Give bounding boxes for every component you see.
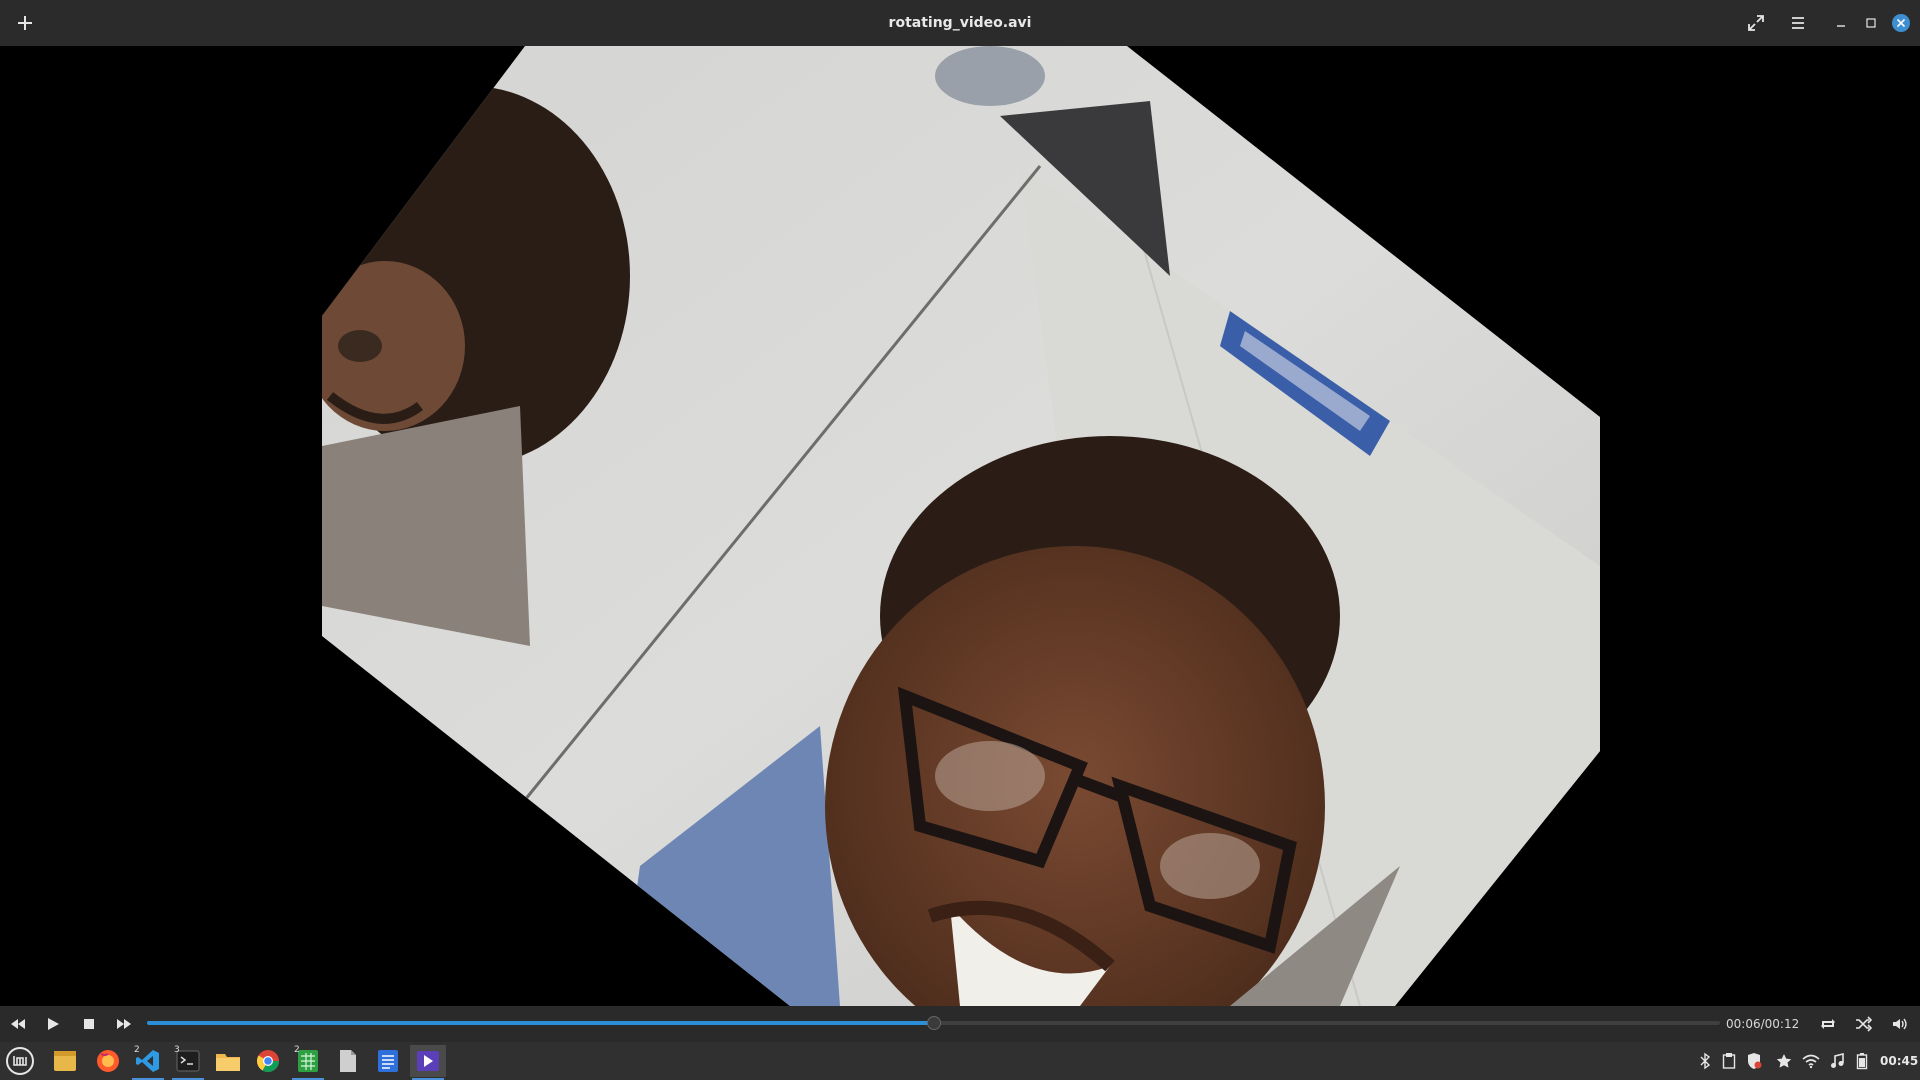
music-note-icon bbox=[1831, 1053, 1844, 1068]
document-icon bbox=[340, 1050, 356, 1072]
sound-tray[interactable] bbox=[1826, 1045, 1848, 1077]
writer-icon bbox=[378, 1050, 398, 1072]
wifi-icon bbox=[1802, 1054, 1820, 1069]
favorites-tray[interactable] bbox=[1773, 1045, 1795, 1077]
rewind-button[interactable] bbox=[6, 1012, 30, 1036]
taskbar-show-desktop[interactable] bbox=[47, 1045, 83, 1077]
shuffle-button[interactable] bbox=[1851, 1012, 1875, 1036]
maximize-button[interactable] bbox=[1856, 8, 1886, 38]
taskbar-firefox[interactable] bbox=[90, 1045, 126, 1077]
time-display: 00:06/00:12 bbox=[1726, 1017, 1800, 1031]
chrome-icon bbox=[257, 1050, 279, 1072]
spreadsheet-window-count: 2 bbox=[294, 1045, 300, 1055]
mint-logo-icon bbox=[6, 1047, 34, 1075]
volume-icon bbox=[1893, 1018, 1907, 1030]
media-player-icon bbox=[417, 1051, 439, 1071]
seek-handle[interactable] bbox=[926, 1016, 941, 1030]
network-tray[interactable] bbox=[1800, 1045, 1822, 1077]
expand-icon bbox=[1748, 15, 1764, 31]
window-title: rotating_video.avi bbox=[888, 15, 1032, 31]
vscode-window-count: 2 bbox=[134, 1045, 140, 1055]
hamburger-icon bbox=[1792, 17, 1804, 29]
taskbar-clock[interactable]: 00:45 bbox=[1880, 1042, 1918, 1080]
taskbar-vscode[interactable]: 2 bbox=[130, 1045, 166, 1080]
battery-icon bbox=[1856, 1053, 1868, 1070]
close-icon bbox=[1892, 14, 1910, 32]
clipboard-icon bbox=[1722, 1053, 1736, 1069]
firefox-icon bbox=[97, 1050, 119, 1072]
folder-icon bbox=[216, 1054, 240, 1071]
taskbar-media-player[interactable] bbox=[410, 1045, 446, 1080]
taskbar-text-editor[interactable] bbox=[330, 1045, 366, 1077]
stop-icon bbox=[84, 1019, 94, 1029]
menu-button[interactable] bbox=[1783, 8, 1813, 38]
volume-button[interactable] bbox=[1888, 1012, 1912, 1036]
minimize-icon bbox=[1837, 25, 1845, 27]
update-manager-tray[interactable] bbox=[1743, 1045, 1765, 1077]
repeat-button[interactable] bbox=[1816, 1012, 1840, 1036]
taskbar-files[interactable] bbox=[210, 1045, 246, 1077]
bluetooth-tray[interactable] bbox=[1694, 1045, 1716, 1077]
fullscreen-button[interactable] bbox=[1741, 8, 1771, 38]
window-titlebar: rotating_video.avi bbox=[0, 0, 1920, 46]
seek-bar[interactable] bbox=[147, 1016, 1720, 1030]
shield-icon bbox=[1748, 1053, 1762, 1069]
fast-forward-button[interactable] bbox=[112, 1012, 136, 1036]
taskbar: 2 3 2 bbox=[0, 1042, 1920, 1080]
video-viewport[interactable] bbox=[0, 46, 1920, 1006]
minimize-button[interactable] bbox=[1826, 8, 1856, 38]
clipboard-tray[interactable] bbox=[1718, 1045, 1740, 1077]
bluetooth-icon bbox=[1700, 1052, 1711, 1070]
play-button[interactable] bbox=[41, 1012, 65, 1036]
taskbar-writer[interactable] bbox=[370, 1045, 406, 1077]
taskbar-terminal[interactable]: 3 bbox=[170, 1045, 206, 1080]
taskbar-chrome[interactable] bbox=[250, 1045, 286, 1077]
desktop-icon bbox=[54, 1051, 76, 1071]
video-frame bbox=[322, 46, 1600, 1006]
play-icon bbox=[48, 1018, 59, 1030]
rewind-icon bbox=[11, 1019, 25, 1029]
fast-forward-icon bbox=[117, 1019, 131, 1029]
close-button[interactable] bbox=[1886, 8, 1916, 38]
maximize-icon bbox=[1866, 18, 1876, 28]
stop-button[interactable] bbox=[77, 1012, 101, 1036]
seek-progress bbox=[147, 1021, 934, 1025]
terminal-window-count: 3 bbox=[174, 1045, 180, 1055]
repeat-icon bbox=[1821, 1019, 1835, 1029]
star-icon bbox=[1776, 1054, 1792, 1068]
shuffle-icon bbox=[1856, 1016, 1872, 1032]
taskbar-spreadsheet[interactable]: 2 bbox=[290, 1045, 326, 1080]
start-menu-button[interactable] bbox=[2, 1045, 38, 1077]
battery-tray[interactable] bbox=[1851, 1045, 1873, 1077]
